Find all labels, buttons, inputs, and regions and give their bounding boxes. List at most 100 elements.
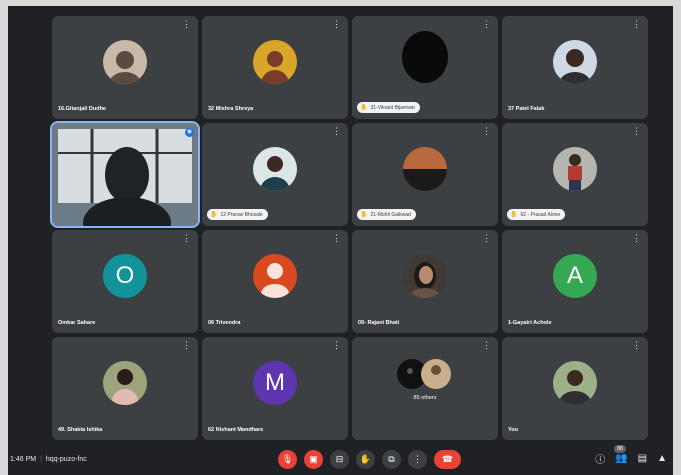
raised-hand-icon: ✋ — [360, 105, 368, 111]
participant-tile[interactable]: ⋮ ✋ 62 - Prasad Alone — [502, 123, 648, 226]
participant-video — [103, 361, 147, 406]
hand-icon: ✋ — [359, 454, 372, 464]
more-options-icon[interactable]: ⋮ — [182, 341, 191, 350]
participant-tile-camera[interactable]: ◉ — [50, 121, 200, 228]
more-vert-icon: ⋮ — [413, 454, 422, 464]
captions-button[interactable]: ⊟ — [330, 450, 349, 469]
participant-video — [403, 254, 447, 299]
more-options-button[interactable]: ⋮ — [408, 450, 427, 469]
participant-tile[interactable]: ⋮ 06 Trivendra — [202, 230, 348, 333]
more-options-icon[interactable]: ⋮ — [332, 341, 341, 350]
participant-name-pill: ✋ 12 Pranav Bhosale — [207, 209, 268, 220]
mic-off-icon: 🎙 — [281, 454, 294, 464]
camera-feed — [52, 123, 198, 226]
participant-name: 62 - Prasad Alone — [520, 211, 561, 218]
participant-tile[interactable]: ⋮ M 62 Nishant Mandhare — [202, 337, 348, 440]
raise-hand-button[interactable]: ✋ — [356, 450, 375, 469]
participant-tile[interactable]: ⋮ A 1-Gayatri Achole — [502, 230, 648, 333]
participant-name: 62 Nishant Mandhare — [208, 427, 264, 433]
participant-avatar: A — [553, 254, 597, 299]
participant-avatar: M — [253, 361, 297, 406]
more-options-icon[interactable]: ⋮ — [482, 20, 491, 29]
others-count: 85 others — [413, 395, 437, 401]
leave-call-button[interactable]: ☎ — [434, 450, 461, 469]
raised-hand-icon: ✋ — [360, 212, 368, 218]
participant-tile[interactable]: ⋮ 32 Mishra Shreya — [202, 16, 348, 119]
avatar-letter: M — [265, 369, 285, 397]
more-options-icon[interactable]: ⋮ — [332, 127, 341, 136]
participant-tile[interactable]: ⋮ 37 Patel Falak — [502, 16, 648, 119]
people-count-badge: 88 — [614, 445, 626, 453]
chat-icon[interactable]: ▤ — [638, 453, 647, 464]
participant-avatar — [253, 254, 297, 299]
self-video — [553, 361, 597, 406]
participant-grid: ⋮ 16.Gitanjali Dudhe ⋮ 32 Mishra Shreya … — [50, 16, 660, 440]
participant-video — [253, 147, 297, 192]
participant-name-pill: ✋ 31-Vikrant Bijamwar — [357, 102, 421, 113]
participant-name-pill: ✋ 21-Mohit Gaikwad — [357, 209, 416, 220]
call-controls: 🎙 ▣ ⊟ ✋ ⧉ ⋮ ☎ — [278, 450, 461, 469]
participant-video — [103, 40, 147, 85]
meeting-time: 1:46 PM — [10, 456, 37, 463]
avatar-letter: O — [115, 262, 135, 290]
participant-tile[interactable]: ⋮ O Omkar Sahare — [52, 230, 198, 333]
present-button[interactable]: ⧉ — [382, 450, 401, 469]
participant-tile[interactable]: ⋮ ✋ 12 Pranav Bhosale — [202, 123, 348, 226]
raised-hand-icon: ✋ — [510, 212, 518, 218]
pin-icon[interactable]: ◉ — [185, 128, 194, 137]
participant-video — [403, 147, 447, 192]
participant-tile[interactable]: ⋮ 09- Rajani Bhati — [352, 230, 498, 333]
participant-name: 1-Gayatri Achole — [508, 320, 552, 326]
activities-icon[interactable]: ▲ — [657, 453, 667, 464]
phone-hangup-icon: ☎ — [441, 454, 454, 464]
captions-icon: ⊟ — [335, 454, 344, 464]
more-options-icon[interactable]: ⋮ — [182, 20, 191, 29]
avatar-letter: A — [566, 262, 583, 290]
more-options-icon[interactable]: ⋮ — [182, 234, 191, 243]
more-options-icon[interactable]: ⋮ — [632, 234, 641, 243]
others-tile[interactable]: ⋮ 85 others — [352, 337, 498, 440]
participant-name: 49. Shakta Ishika — [58, 427, 103, 433]
more-options-icon[interactable]: ⋮ — [632, 20, 641, 29]
control-bar: 1:46 PM | hqq-puzo-fnc 🎙 ▣ ⊟ ✋ ⧉ ⋮ ☎ ⓘ 88 👥… — [8, 445, 673, 475]
meeting-details: 1:46 PM | hqq-puzo-fnc — [10, 456, 87, 463]
people-icon[interactable]: 88 👥 — [614, 445, 628, 464]
divider: | — [40, 456, 42, 463]
more-options-icon[interactable]: ⋮ — [332, 20, 341, 29]
more-options-icon[interactable]: ⋮ — [332, 234, 341, 243]
participant-video — [402, 31, 448, 84]
participant-tile[interactable]: ⋮ ✋ 31-Vikrant Bijamwar — [352, 16, 498, 119]
others-avatars — [397, 359, 451, 389]
participant-video — [553, 40, 597, 85]
participant-name: 37 Patel Falak — [508, 106, 545, 112]
more-options-icon[interactable]: ⋮ — [482, 234, 491, 243]
camera-off-button[interactable]: ▣ — [304, 450, 323, 469]
participant-name: 16.Gitanjali Dudhe — [58, 106, 106, 112]
participant-name: 31-Vikrant Bijamwar — [370, 104, 416, 111]
participant-name: 06 Trivendra — [208, 320, 241, 326]
participant-name: 12 Pranav Bhosale — [220, 211, 263, 218]
more-options-icon[interactable]: ⋮ — [632, 341, 641, 350]
participant-video — [553, 147, 597, 192]
participant-name: 09- Rajani Bhati — [358, 320, 400, 326]
mic-off-button[interactable]: 🎙 — [278, 450, 297, 469]
participant-tile[interactable]: ⋮ 16.Gitanjali Dudhe — [52, 16, 198, 119]
more-options-icon[interactable]: ⋮ — [482, 341, 491, 350]
participant-tile[interactable]: ⋮ ✋ 21-Mohit Gaikwad — [352, 123, 498, 226]
self-tile[interactable]: ⋮ You — [502, 337, 648, 440]
participant-name: 21-Mohit Gaikwad — [370, 211, 411, 218]
participant-name: 32 Mishra Shreya — [208, 106, 254, 112]
camera-off-icon: ▣ — [309, 454, 318, 464]
side-panel-buttons: ⓘ 88 👥 ▤ ▲ — [595, 445, 667, 466]
person-icon — [261, 263, 289, 299]
raised-hand-icon: ✋ — [210, 212, 218, 218]
participant-name-pill: ✋ 62 - Prasad Alone — [507, 209, 566, 220]
info-icon[interactable]: ⓘ — [595, 451, 605, 466]
participant-avatar: O — [103, 254, 147, 299]
meeting-code: hqq-puzo-fnc — [45, 456, 87, 463]
participant-tile[interactable]: ⋮ 49. Shakta Ishika — [52, 337, 198, 440]
more-options-icon[interactable]: ⋮ — [482, 127, 491, 136]
more-options-icon[interactable]: ⋮ — [632, 127, 641, 136]
present-icon: ⧉ — [388, 454, 395, 464]
meet-window: ⋮ 16.Gitanjali Dudhe ⋮ 32 Mishra Shreya … — [8, 6, 673, 475]
